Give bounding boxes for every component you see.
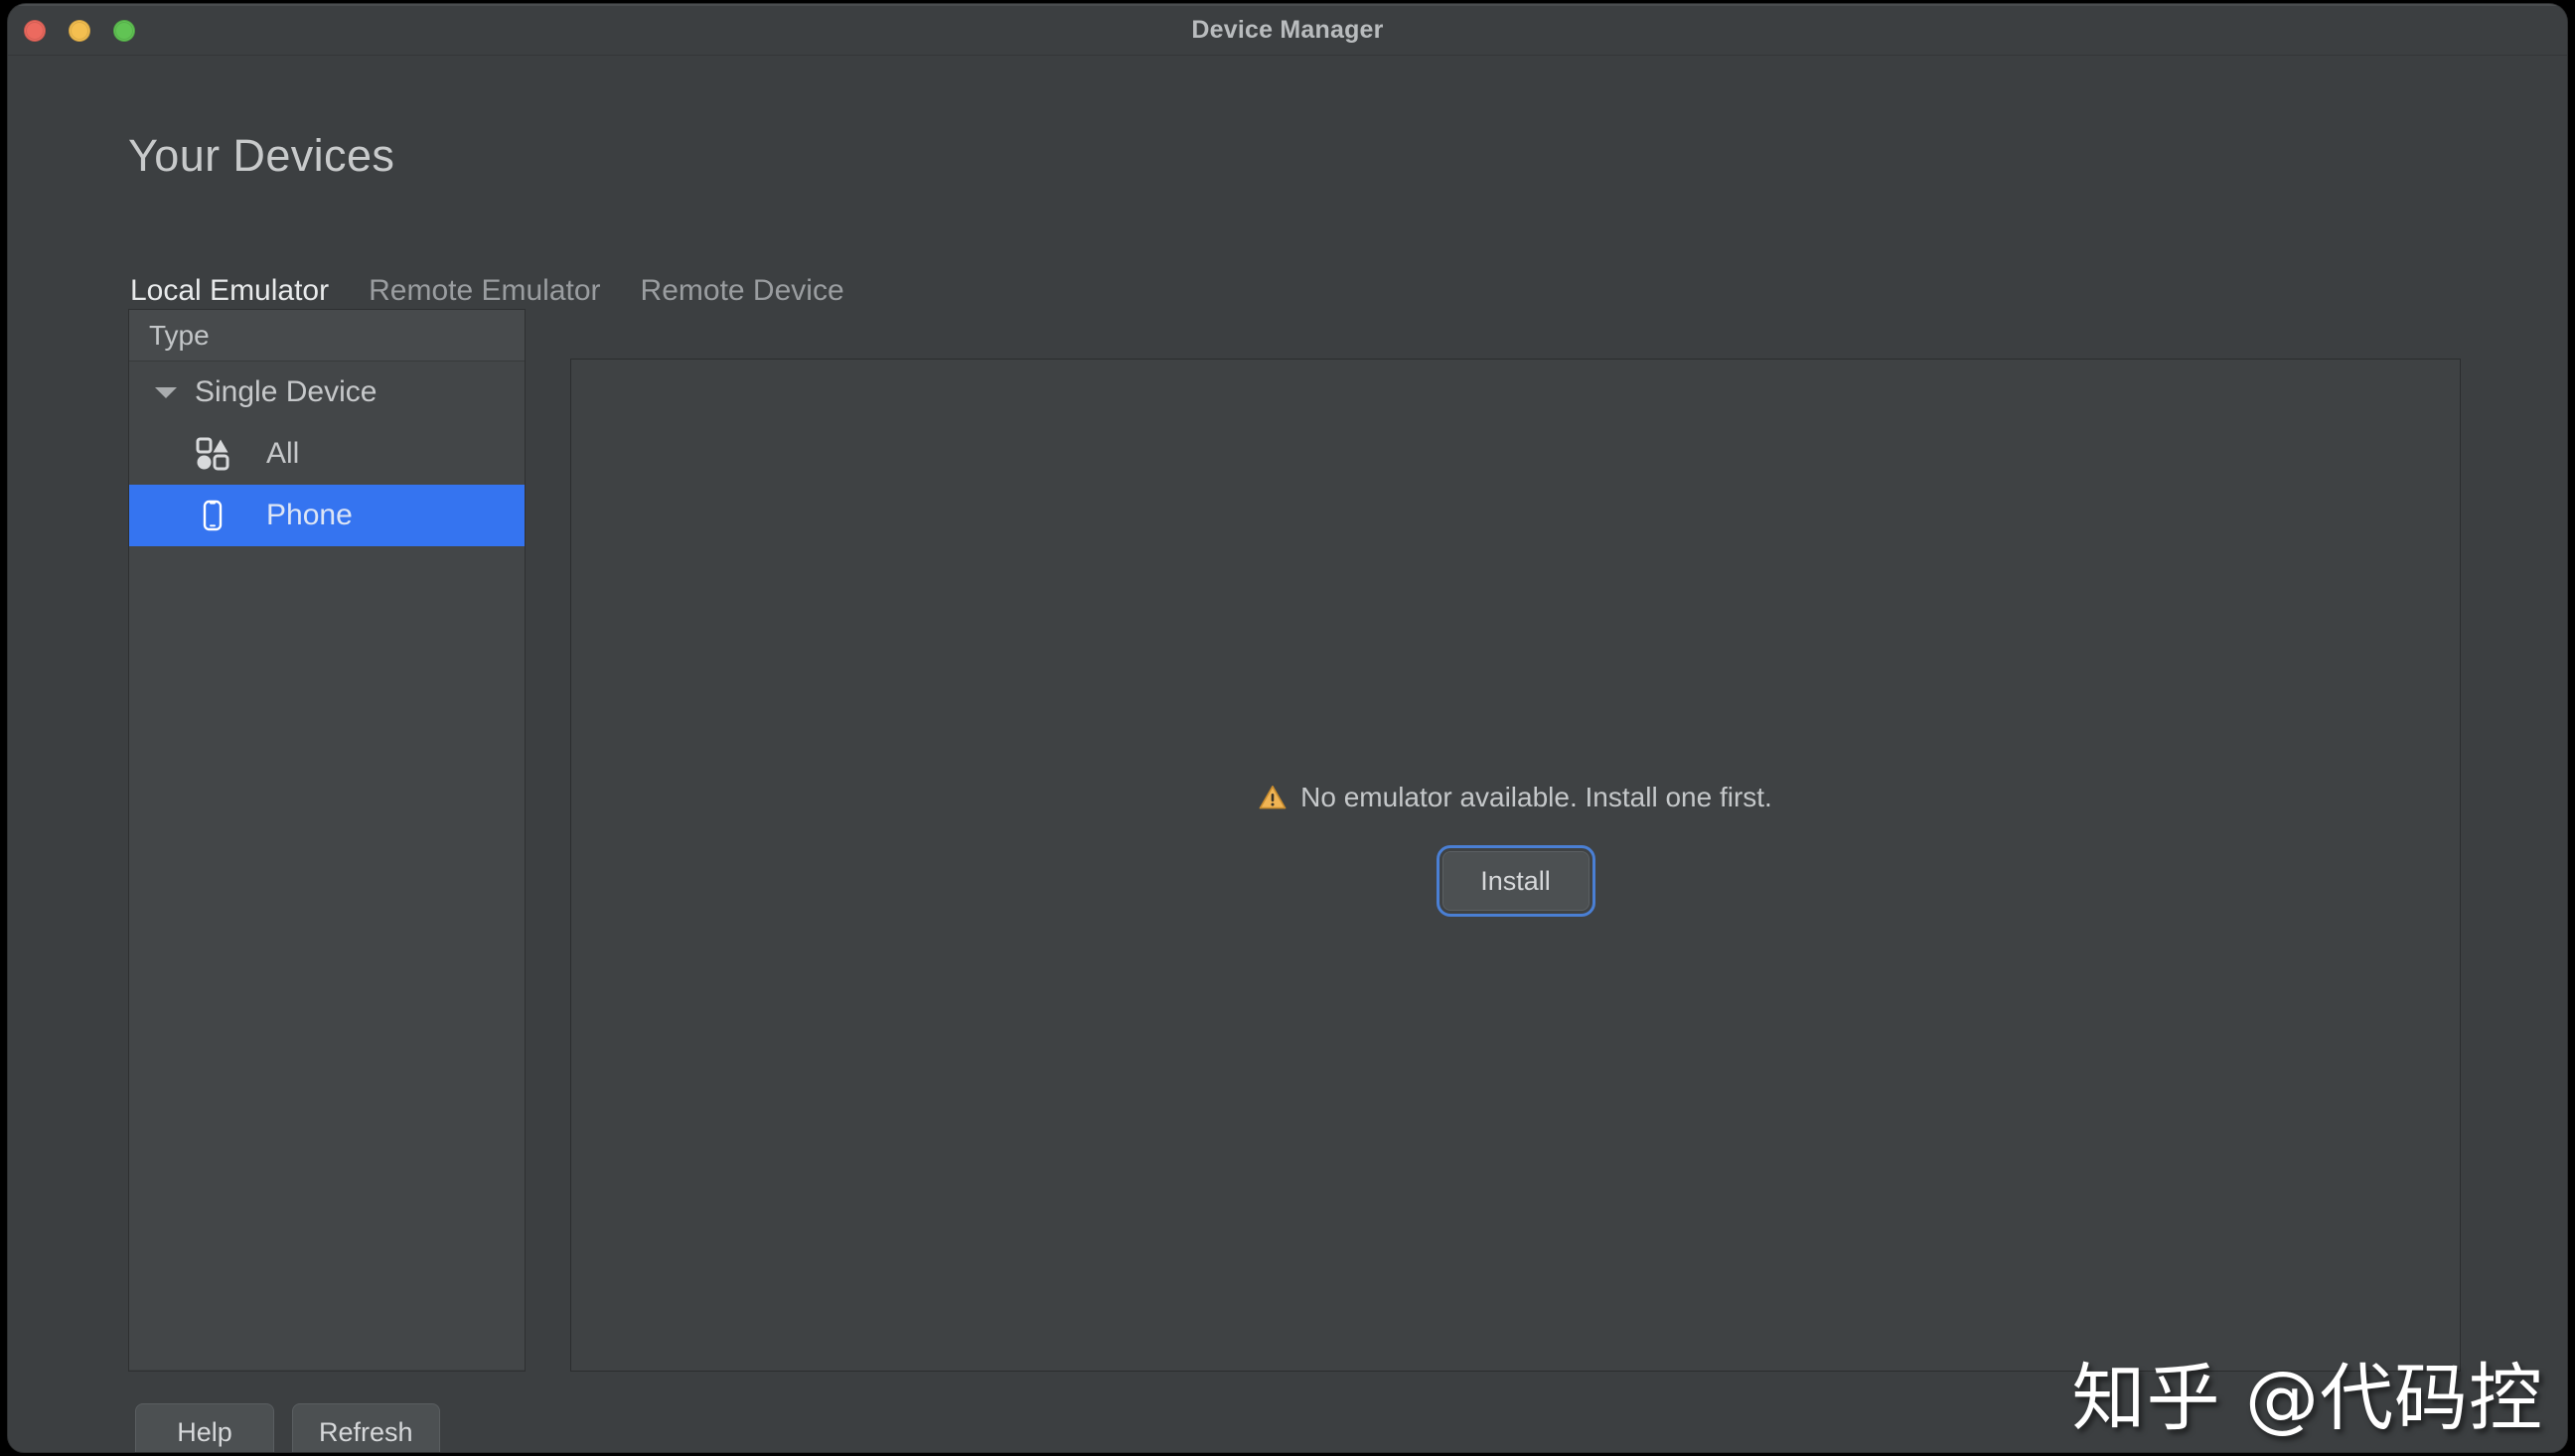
sidebar-column-header: Type: [129, 310, 525, 362]
tab-remote-device[interactable]: Remote Device: [621, 274, 864, 318]
install-button-wrapper: Install: [571, 845, 2460, 917]
sidebar-group-label: Single Device: [195, 375, 378, 408]
device-list-panel: No emulator available. Install one first…: [570, 359, 2461, 1372]
empty-state-message-row: No emulator available. Install one first…: [1259, 782, 1772, 813]
chevron-down-icon[interactable]: [155, 386, 177, 398]
shapes-grid-icon: [193, 434, 232, 474]
device-type-sidebar: Type Single Device All Phone: [128, 309, 526, 1372]
sidebar-item-all-label: All: [266, 437, 300, 470]
window-titlebar: Device Manager: [8, 4, 2567, 56]
sidebar-column-header-label: Type: [149, 319, 210, 351]
sidebar-group-single-device[interactable]: Single Device: [129, 362, 525, 423]
help-button[interactable]: Help: [135, 1403, 274, 1452]
window-content: Your Devices Local Emulator Remote Emula…: [8, 56, 2567, 1452]
sidebar-item-phone[interactable]: Phone: [129, 485, 525, 546]
warning-triangle-icon: [1259, 785, 1287, 810]
install-button[interactable]: Install: [1436, 845, 1595, 917]
refresh-button[interactable]: Refresh: [292, 1403, 440, 1452]
zhihu-watermark: 知乎 @代码控: [2071, 1356, 2543, 1441]
window-title: Device Manager: [1191, 16, 1384, 44]
phone-icon: [193, 496, 232, 535]
device-manager-window: Device Manager Your Devices Local Emulat…: [8, 4, 2567, 1452]
sidebar-item-all[interactable]: All: [129, 423, 525, 485]
page-title: Your Devices: [128, 130, 395, 181]
empty-state-message: No emulator available. Install one first…: [1300, 782, 1772, 812]
footer-button-bar: Help Refresh: [135, 1403, 440, 1452]
device-type-list: Single Device All Phone: [129, 362, 525, 1370]
empty-state: No emulator available. Install one first…: [571, 782, 2460, 917]
sidebar-item-phone-label: Phone: [266, 499, 353, 531]
